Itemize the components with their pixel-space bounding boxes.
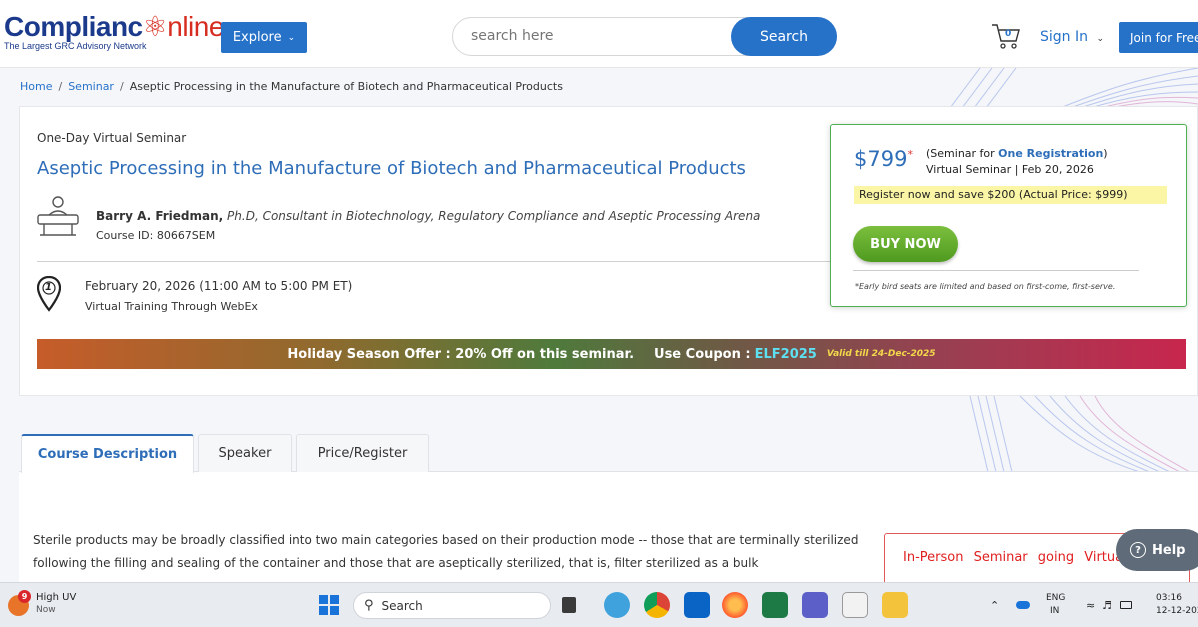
taskbar-search-label: Search	[381, 598, 423, 613]
seminar-type: One-Day Virtual Seminar	[37, 131, 187, 145]
course-title: Aseptic Processing in the Manufacture of…	[37, 158, 746, 179]
speaker-name[interactable]: Barry A. Friedman,	[96, 209, 223, 223]
save-note: Register now and save $200 (Actual Price…	[854, 186, 1167, 204]
tab-course-description[interactable]: Course Description	[21, 434, 194, 473]
speaker-icon	[37, 196, 79, 236]
site-logo[interactable]: Complianc⚛nline The Largest GRC Advisory…	[4, 11, 224, 52]
section-divider	[37, 261, 837, 262]
price-asterisk: *	[907, 148, 913, 161]
pin-number: 1	[45, 282, 52, 293]
language-region: IN	[1050, 606, 1060, 616]
tab-label: Speaker	[218, 446, 272, 461]
price-amount: $799*	[854, 147, 913, 171]
tabs-divider	[19, 471, 1198, 472]
coupon-label: Use Coupon :	[654, 346, 751, 362]
seminar-venue: Virtual Training Through WebEx	[85, 300, 258, 313]
logo-globe-icon: ⚛	[142, 11, 168, 42]
price-divider	[853, 270, 1139, 271]
system-tray: ⌃ ENG IN ≈ ♬ 03:16 12-12-2025	[986, 590, 1198, 622]
volume-icon[interactable]: ♬	[1102, 599, 1112, 612]
firefox-icon[interactable]	[722, 592, 748, 618]
task-view-icon[interactable]	[562, 597, 576, 613]
decorative-lines	[949, 68, 1198, 108]
weather-widget[interactable]: 9 High UV Now	[8, 590, 98, 620]
breadcrumb-current: Aseptic Processing in the Manufacture of…	[129, 80, 563, 93]
join-label: Join for Free	[1130, 30, 1198, 45]
chevron-down-icon: ⌄	[287, 32, 296, 43]
cart-button[interactable]: 0	[990, 22, 1022, 50]
early-bird-note: *Early bird seats are limited and based …	[855, 282, 1116, 291]
search-button[interactable]: Search	[731, 17, 837, 56]
speaker-info: Barry A. Friedman, Ph.D, Consultant in B…	[96, 209, 760, 223]
breadcrumb-separator: /	[119, 80, 124, 93]
course-description-text: Sterile products may be broadly classifi…	[33, 533, 859, 570]
join-button[interactable]: Join for Free	[1119, 22, 1198, 53]
help-label: Help	[1152, 542, 1186, 558]
breadcrumb-separator: /	[58, 80, 63, 93]
buy-now-button[interactable]: BUY NOW	[853, 226, 958, 262]
logo-text-red: nline	[167, 11, 224, 42]
outlook-icon[interactable]	[684, 592, 710, 618]
excel-icon[interactable]	[762, 592, 788, 618]
reg-details: Virtual Seminar | Feb 20, 2026	[926, 163, 1094, 176]
buy-now-label: BUY NOW	[870, 236, 941, 252]
explore-label: Explore	[232, 30, 282, 45]
price-value: $799	[854, 147, 908, 171]
search-input[interactable]	[471, 28, 721, 44]
wifi-icon[interactable]: ≈	[1086, 599, 1095, 612]
weather-badge: 9	[18, 590, 31, 603]
logo-text: Complianc	[4, 11, 143, 42]
search-bar: Search	[452, 17, 837, 56]
clock-time[interactable]: 03:16	[1156, 593, 1182, 603]
language-indicator[interactable]: ENG	[1046, 593, 1065, 603]
logo-tagline: The Largest GRC Advisory Network	[4, 41, 147, 51]
tab-label: Course Description	[37, 447, 178, 462]
search-button-label: Search	[759, 28, 809, 45]
coupon-code: ELF2025	[754, 346, 817, 362]
help-button[interactable]: ? Help	[1116, 529, 1198, 571]
offer-validity: Valid till 24-Dec-2025	[826, 349, 936, 359]
weather-title: High UV	[36, 592, 77, 603]
registration-info: (Seminar for One Registration) Virtual S…	[926, 146, 1108, 178]
explore-button[interactable]: Explore ⌄	[221, 22, 307, 53]
notepad-icon[interactable]	[842, 592, 868, 618]
decorative-lines	[969, 396, 1191, 472]
reg-suffix: )	[1103, 147, 1108, 160]
speaker-credentials: Ph.D, Consultant in Biotechnology, Regul…	[227, 209, 761, 223]
chrome-icon[interactable]	[644, 592, 670, 618]
chat-icon[interactable]	[604, 592, 630, 618]
taskbar-search[interactable]: ⚲ Search	[353, 592, 551, 619]
signin-label: Sign In	[1040, 29, 1088, 45]
weather-subtitle: Now	[36, 605, 56, 615]
offer-text: Holiday Season Offer : 20% Off on this s…	[287, 346, 635, 362]
signin-link[interactable]: Sign In ⌄	[1040, 29, 1104, 45]
breadcrumb-seminar[interactable]: Seminar	[68, 80, 114, 93]
inperson-text: In-Person Seminar going Virtual	[903, 550, 1127, 565]
chevron-up-icon[interactable]: ⌃	[990, 599, 999, 612]
breadcrumb-home[interactable]: Home	[20, 80, 52, 93]
windows-start-icon[interactable]	[318, 594, 340, 616]
teams-icon[interactable]	[802, 592, 828, 618]
onedrive-icon[interactable]	[1016, 601, 1030, 609]
file-explorer-icon[interactable]	[882, 592, 908, 618]
tab-label: Price/Register	[317, 446, 408, 461]
offer-banner: Holiday Season Offer : 20% Off on this s…	[37, 339, 1186, 369]
help-icon: ?	[1130, 542, 1146, 558]
clock-date[interactable]: 12-12-2025	[1156, 606, 1198, 616]
cart-count: 0	[1005, 29, 1012, 39]
tab-speaker[interactable]: Speaker	[198, 434, 292, 472]
breadcrumb: Home / Seminar / Aseptic Processing in the M…	[20, 80, 563, 93]
reg-prefix: (Seminar for	[926, 147, 999, 160]
battery-icon[interactable]	[1120, 601, 1132, 609]
chevron-down-icon: ⌄	[1096, 34, 1104, 44]
seminar-date: February 20, 2026 (11:00 AM to 5:00 PM E…	[85, 279, 353, 293]
course-id: Course ID: 80667SEM	[96, 229, 216, 242]
tab-price-register[interactable]: Price/Register	[296, 434, 429, 472]
reg-highlight: One Registration	[998, 147, 1104, 160]
search-icon: ⚲	[364, 598, 374, 613]
